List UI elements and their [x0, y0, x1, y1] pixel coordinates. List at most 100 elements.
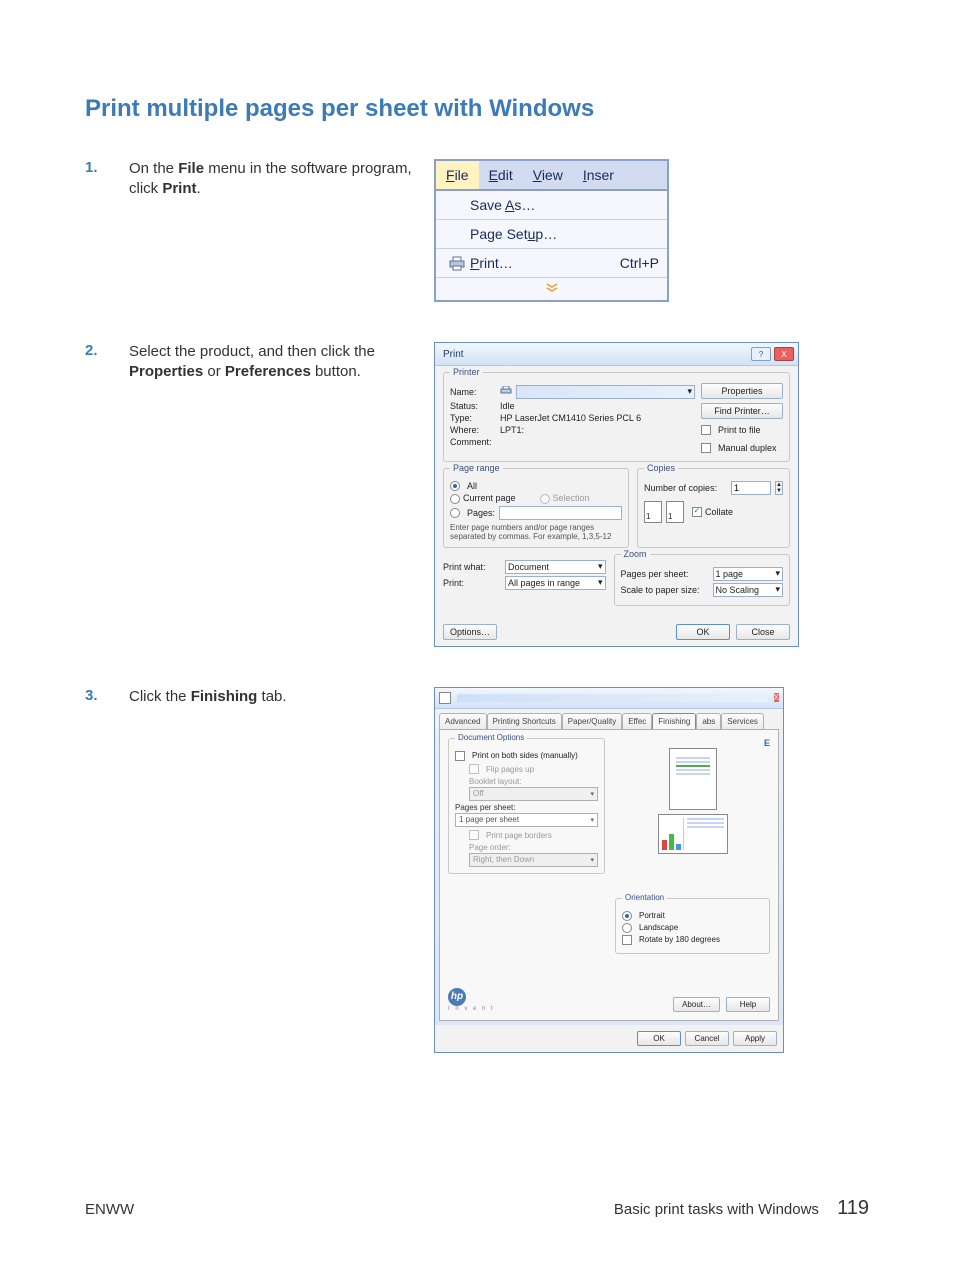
label: Page Setup… — [470, 226, 659, 242]
label: Landscape — [639, 923, 678, 932]
tab-finishing[interactable]: Finishing — [652, 713, 696, 729]
chevron-down-icon: ▾ — [590, 816, 594, 824]
zoom-group: Zoom Pages per sheet: 1 page▾ Scale to p… — [614, 554, 791, 606]
printer-name-dropdown[interactable]: ▾ — [516, 385, 695, 399]
value: 1 page — [716, 569, 744, 579]
radio-pages[interactable]: Pages: — [450, 506, 622, 520]
collate-icon: 11 — [644, 501, 684, 523]
tab-printing-shortcuts[interactable]: Printing Shortcuts — [487, 713, 562, 729]
type-value: HP LaserJet CM1410 Series PCL 6 — [500, 413, 641, 423]
print-pages-dropdown[interactable]: All pages in range▾ — [505, 576, 606, 590]
radio-portrait[interactable]: Portrait — [622, 911, 763, 921]
legend: Zoom — [621, 549, 650, 559]
chevron-down-icon: ▾ — [598, 577, 603, 588]
where-value: LPT1: — [500, 425, 524, 435]
radio-landscape[interactable]: Landscape — [622, 923, 763, 933]
legend: Orientation — [622, 893, 667, 902]
status-label: Status: — [450, 401, 496, 411]
options-button[interactable]: Options… — [443, 624, 497, 640]
find-printer-button[interactable]: Find Printer… — [701, 403, 783, 419]
menu-item-print[interactable]: Print… Ctrl+P — [436, 249, 667, 278]
page-footer: ENWW Basic print tasks with Windows 119 — [85, 1197, 869, 1220]
num-copies-input[interactable] — [731, 481, 771, 495]
expand-menu-icon[interactable] — [436, 278, 667, 300]
label: Collate — [705, 507, 733, 517]
about-button[interactable]: About… — [673, 997, 720, 1012]
value: 1 page per sheet — [459, 815, 519, 824]
menu-edit[interactable]: Edit — [479, 161, 523, 189]
flip-pages-up-checkbox: Flip pages up — [469, 763, 598, 775]
close-window-button[interactable]: X — [774, 693, 779, 702]
type-label: Type: — [450, 413, 496, 423]
pages-per-sheet-dropdown[interactable]: 1 page per sheet ▾ — [455, 813, 598, 827]
ok-button[interactable]: OK — [637, 1031, 681, 1046]
value: Off — [473, 789, 484, 798]
legend: Page range — [450, 463, 503, 473]
chevron-down-icon: ▾ — [598, 561, 603, 572]
titlebar: X — [435, 688, 783, 709]
cancel-button[interactable]: Cancel — [685, 1031, 729, 1046]
menu-insert[interactable]: Inser — [573, 161, 624, 189]
pages-per-sheet-label: Pages per sheet: — [621, 569, 709, 579]
step-2: 2. Select the product, and then click th… — [85, 342, 869, 647]
menu-item-save-as[interactable]: Save As… — [436, 191, 667, 220]
legend: Printer — [450, 367, 483, 377]
chevron-down-icon: ▾ — [590, 790, 594, 798]
tab-paper-quality[interactable]: Paper/Quality — [562, 713, 622, 729]
b: Finishing — [191, 688, 258, 705]
collate-checkbox[interactable]: Collate — [692, 507, 733, 518]
b: Preferences — [225, 363, 311, 380]
close-window-button[interactable]: X — [774, 347, 794, 361]
menu-item-page-setup[interactable]: Page Setup… — [436, 220, 667, 249]
help-button[interactable]: Help — [726, 997, 770, 1012]
printer-properties-dialog: X Advanced Printing Shortcuts Paper/Qual… — [434, 687, 784, 1053]
file-menu-screenshot: File Edit View Inser Save As… Page Setup… — [434, 159, 669, 302]
scale-label: Scale to paper size: — [621, 585, 709, 595]
label: Manual duplex — [718, 443, 777, 453]
hp-logo: hp I n v e n t — [448, 988, 495, 1012]
shortcut: Ctrl+P — [620, 255, 659, 271]
pages-per-sheet-label: Pages per sheet: — [455, 803, 598, 812]
section-title: Print multiple pages per sheet with Wind… — [85, 95, 869, 123]
page-preview-icon — [669, 748, 717, 810]
menu-view[interactable]: View — [523, 161, 573, 189]
document-options-group: Document Options Print on both sides (ma… — [448, 738, 605, 874]
printer-group: Printer Name: ▾ — [443, 372, 790, 462]
radio-selection[interactable]: Selection — [540, 493, 590, 504]
tab-advanced[interactable]: Advanced — [439, 713, 487, 729]
pages-per-sheet-dropdown[interactable]: 1 page ▾ — [713, 567, 784, 581]
rotate-checkbox[interactable]: Rotate by 180 degrees — [622, 935, 763, 945]
print-pages-label: Print: — [443, 578, 501, 588]
output-preview-icon — [658, 814, 728, 854]
booklet-dropdown: Off ▾ — [469, 787, 598, 801]
step-1-text: On the File menu in the software program… — [129, 159, 434, 200]
chevron-down-icon: ▾ — [775, 568, 780, 579]
menu-file[interactable]: File — [436, 161, 479, 189]
label: Print page borders — [486, 831, 552, 840]
status-value: Idle — [500, 401, 515, 411]
tab-services[interactable]: Services — [721, 713, 764, 729]
tab-abs[interactable]: abs — [696, 713, 721, 729]
print-both-sides-checkbox[interactable]: Print on both sides (manually) — [455, 751, 598, 761]
dialog-footer: OK Cancel Apply — [435, 1025, 783, 1052]
radio-current-page[interactable]: Current page — [450, 493, 516, 504]
legend: Document Options — [455, 733, 527, 742]
print-to-file-checkbox[interactable]: Print to file — [701, 425, 783, 435]
apply-button[interactable]: Apply — [733, 1031, 777, 1046]
close-button[interactable]: Close — [736, 624, 790, 640]
properties-button[interactable]: Properties — [701, 383, 783, 399]
pages-input[interactable] — [499, 506, 622, 520]
radio-all[interactable]: All — [450, 481, 622, 491]
tab-content: Document Options Print on both sides (ma… — [439, 729, 779, 1021]
ok-button[interactable]: OK — [676, 624, 730, 640]
copies-stepper[interactable]: ▲▼ — [775, 481, 783, 495]
manual-duplex-checkbox[interactable]: Manual duplex — [701, 443, 783, 453]
scale-dropdown[interactable]: No Scaling▾ — [713, 583, 784, 597]
copies-group: Copies Number of copies: ▲▼ 11 — [637, 468, 790, 548]
print-what-dropdown[interactable]: Document▾ — [505, 560, 606, 574]
help-button[interactable]: ? — [751, 347, 771, 361]
value: Right, then Down — [473, 855, 534, 864]
step-2-text: Select the product, and then click the P… — [129, 342, 434, 383]
tab-effects[interactable]: Effec — [622, 713, 652, 729]
comment-label: Comment: — [450, 437, 496, 447]
